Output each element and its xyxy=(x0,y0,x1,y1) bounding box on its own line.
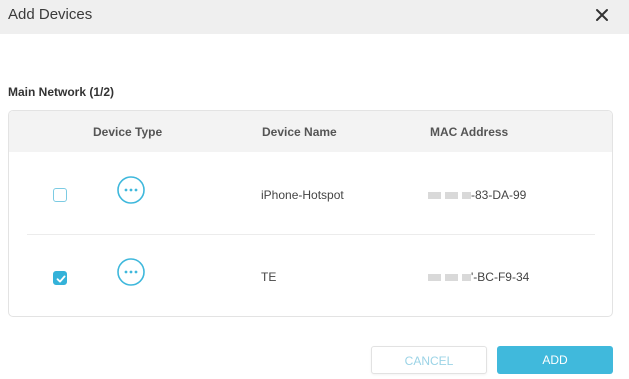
mac-mask xyxy=(462,274,471,281)
device-table: Device Type Device Name MAC Address iPho… xyxy=(8,110,613,317)
mac-mask xyxy=(428,274,441,281)
close-button[interactable] xyxy=(590,3,614,27)
column-header-device-type: Device Type xyxy=(93,125,163,139)
close-icon xyxy=(596,9,608,21)
column-header-device-name: Device Name xyxy=(262,125,337,139)
device-name: iPhone-Hotspot xyxy=(261,188,344,202)
section-title: Main Network (1/2) xyxy=(8,85,115,99)
column-header-mac-address: MAC Address xyxy=(430,125,509,139)
mac-visible-part: -83-DA-99 xyxy=(471,188,527,202)
mac-mask xyxy=(462,192,471,199)
mac-mask xyxy=(428,192,441,199)
device-name: TE xyxy=(261,270,277,284)
checkmark-icon xyxy=(56,275,66,283)
dialog-title: Add Devices xyxy=(8,6,93,23)
cancel-button[interactable]: CANCEL xyxy=(371,346,487,374)
table-header: Device Type Device Name MAC Address xyxy=(9,111,612,152)
more-dots-icon xyxy=(116,257,146,287)
dialog-title-bar: Add Devices xyxy=(0,0,629,34)
table-row: iPhone-Hotspot -83-DA-99 xyxy=(9,152,612,232)
mac-visible-part: '-BC-F9-34 xyxy=(471,270,530,284)
row-select-checkbox[interactable] xyxy=(53,188,67,202)
more-dots-icon xyxy=(116,175,146,205)
mac-mask xyxy=(445,192,458,199)
row-select-checkbox[interactable] xyxy=(53,271,67,285)
mac-mask xyxy=(445,274,458,281)
add-button[interactable]: ADD xyxy=(497,346,613,374)
table-row: TE '-BC-F9-34 xyxy=(9,235,612,315)
